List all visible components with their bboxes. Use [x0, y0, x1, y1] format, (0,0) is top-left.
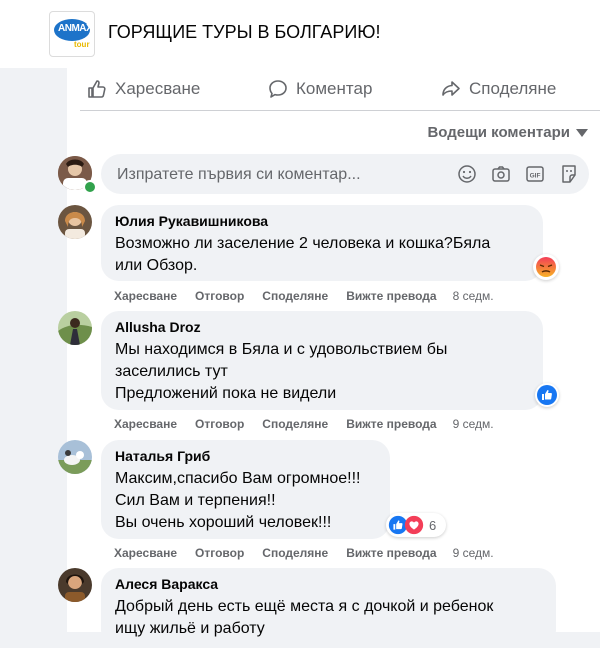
comment-input[interactable]	[115, 154, 449, 196]
comment-text: Максим,спасибо Вам огромное!!! Сил Вам и…	[115, 468, 361, 534]
logo-text: ANMAX	[58, 23, 93, 34]
comment-line: ищу жильё и работу	[115, 620, 265, 637]
love-icon	[404, 515, 424, 535]
comment-line: Возможно ли заселение 2 человека и кошка…	[115, 235, 491, 252]
comment-like-link[interactable]: Харесване	[114, 546, 177, 560]
comment-translate-link[interactable]: Вижте превода	[346, 417, 436, 431]
avatar-image	[58, 440, 92, 474]
comment-timestamp[interactable]: 8 седм.	[453, 289, 494, 303]
comment-translate-link[interactable]: Вижте превода	[346, 546, 436, 560]
comment-author[interactable]: Наталья Гриб	[115, 448, 210, 464]
post-action-bar: Харесване Коментар Споделяне	[87, 70, 600, 108]
comment-author[interactable]: Allusha Droz	[115, 319, 201, 335]
angry-icon	[536, 257, 556, 277]
avatar-image	[58, 205, 92, 239]
avatar-image	[58, 568, 92, 602]
comment-reply-link[interactable]: Отговор	[195, 546, 244, 560]
comment-actions: Харесване Отговор Споделяне Вижте превод…	[114, 417, 512, 431]
like-button[interactable]: Харесване	[87, 70, 200, 108]
comment-author[interactable]: Юлия Рукавишникова	[115, 213, 268, 229]
comment-line: Максим,спасибо Вам огромное!!!	[115, 470, 361, 487]
share-label: Споделяне	[469, 79, 557, 98]
post-header: ANMAX tour ГОРЯЩИЕ ТУРЫ В БОЛГАРИЮ!	[0, 0, 600, 68]
online-status-dot	[83, 180, 97, 194]
comment-sort-dropdown[interactable]: Водещи коментари	[427, 124, 588, 141]
comment-icon	[269, 80, 287, 98]
commenter-avatar[interactable]	[58, 568, 92, 602]
comment-line: заселились тут	[115, 363, 228, 380]
comment-share-link[interactable]: Споделяне	[262, 417, 328, 431]
comment-line: Мы находимся в Бяла и с удовольствием бы	[115, 341, 448, 358]
like-label: Харесване	[115, 79, 201, 98]
logo-subtext: tour	[74, 40, 90, 49]
share-button[interactable]: Споделяне	[441, 70, 556, 108]
commenter-avatar[interactable]	[58, 311, 92, 345]
comment-bubble: Allusha Droz Мы находимся в Бяла и с удо…	[101, 311, 543, 410]
camera-icon[interactable]	[491, 164, 511, 184]
comment-actions: Харесване Отговор Споделяне Вижте превод…	[114, 289, 512, 303]
comment-text: Возможно ли заселение 2 человека и кошка…	[115, 233, 490, 277]
reaction-count: 6	[429, 517, 437, 533]
commenter-avatar[interactable]	[58, 440, 92, 474]
avatar-image	[58, 311, 92, 345]
comment-share-link[interactable]: Споделяне	[262, 289, 328, 303]
action-divider	[80, 110, 600, 111]
like-icon	[537, 385, 557, 405]
comment-actions: Харесване Отговор Споделяне Вижте превод…	[114, 546, 512, 560]
svg-text:GIF: GIF	[530, 173, 541, 180]
reaction-badge[interactable]	[535, 383, 559, 407]
post-title: ГОРЯЩИЕ ТУРЫ В БОЛГАРИЮ!	[108, 22, 381, 42]
comment-line: Сил Вам и терпения!!	[115, 492, 276, 509]
comment-bubble: Наталья Гриб Максим,спасибо Вам огромное…	[101, 440, 390, 539]
share-icon	[442, 81, 460, 96]
comment-line: Предложений пока не видели	[115, 385, 337, 402]
comment-share-link[interactable]: Споделяне	[262, 546, 328, 560]
comment-line: Вы очень хороший человек!!!	[115, 514, 332, 531]
emoji-icon[interactable]	[457, 164, 477, 184]
comment-author[interactable]: Алеся Варакса	[115, 576, 218, 592]
comment-button[interactable]: Коментар	[268, 70, 372, 108]
comment-line: или Обзор.	[115, 257, 198, 274]
sort-label: Водещи коментари	[427, 124, 570, 141]
sticker-icon[interactable]	[559, 164, 579, 184]
comment-text: Добрый день есть ещё места я с дочкой и …	[115, 596, 493, 640]
thumbs-up-icon	[88, 80, 106, 98]
input-tools: GIF	[457, 164, 579, 184]
commenter-avatar[interactable]	[58, 205, 92, 239]
comment-reply-link[interactable]: Отговор	[195, 417, 244, 431]
comment-reply-link[interactable]: Отговор	[195, 289, 244, 303]
comment-input-box[interactable]: GIF	[101, 154, 589, 196]
comment-timestamp[interactable]: 9 седм.	[453, 417, 494, 431]
comment-timestamp[interactable]: 9 седм.	[453, 546, 494, 560]
comment-label: Коментар	[296, 79, 373, 98]
page-logo[interactable]: ANMAX tour	[49, 11, 95, 57]
reaction-badge[interactable]: 6	[386, 513, 446, 537]
gif-icon[interactable]: GIF	[525, 164, 545, 184]
comment-text: Мы находимся в Бяла и с удовольствием бы…	[115, 339, 447, 405]
comment-bubble: Юлия Рукавишникова Возможно ли заселение…	[101, 205, 543, 281]
comment-bubble: Алеся Варакса Добрый день есть ещё места…	[101, 568, 556, 648]
reaction-badge[interactable]	[533, 254, 559, 280]
comment-translate-link[interactable]: Вижте превода	[346, 289, 436, 303]
caret-down-icon	[576, 128, 588, 137]
comment-like-link[interactable]: Харесване	[114, 289, 177, 303]
comment-line: Добрый день есть ещё места я с дочкой и …	[115, 598, 494, 615]
comment-like-link[interactable]: Харесване	[114, 417, 177, 431]
